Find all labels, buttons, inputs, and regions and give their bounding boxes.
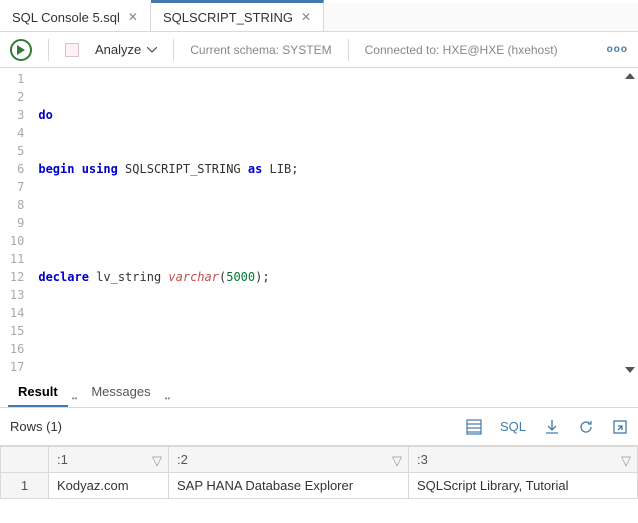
cell[interactable]: SQLScript Library, Tutorial [409,473,638,499]
refresh-icon[interactable] [578,419,594,435]
column-header-1[interactable]: :1▽ [49,447,169,473]
cell[interactable]: Kodyaz.com [49,473,169,499]
run-button[interactable] [10,39,32,61]
form-icon[interactable] [466,419,482,435]
drag-handle-icon[interactable]: •• [165,394,171,407]
column-header-2[interactable]: :2▽ [169,447,409,473]
tab-sqlscript-string[interactable]: SQLSCRIPT_STRING ✕ [151,0,324,31]
scroll-down-icon[interactable] [622,362,638,378]
toolbar: Analyze Current schema: SYSTEM Connected… [0,32,638,68]
close-icon[interactable]: ✕ [301,10,311,24]
tab-sql-console[interactable]: SQL Console 5.sql ✕ [0,3,151,31]
rows-count-label: Rows (1) [10,419,466,434]
bottom-tabs: Result •• Messages •• [0,378,638,408]
chevron-down-icon [147,47,157,53]
close-icon[interactable]: ✕ [128,10,138,24]
result-table: :1▽ :2▽ :3▽ 1 Kodyaz.com SAP HANA Databa… [0,446,638,499]
corner-cell[interactable] [1,447,49,473]
analyze-label: Analyze [95,42,141,57]
tab-label: SQLSCRIPT_STRING [163,10,293,25]
divider [173,39,174,61]
analyze-dropdown[interactable]: Analyze [95,42,157,57]
more-button[interactable]: ooo [607,44,628,55]
divider [348,39,349,61]
tab-label: SQL Console 5.sql [12,10,120,25]
maximize-icon[interactable] [612,419,628,435]
filter-icon[interactable]: ▽ [621,453,631,469]
code-editor[interactable]: 1234567891011121314151617 do begin using… [0,68,638,378]
result-tools: SQL [466,419,628,435]
cell[interactable]: SAP HANA Database Explorer [169,473,409,499]
sql-button[interactable]: SQL [500,419,526,434]
download-icon[interactable] [544,419,560,435]
filter-icon[interactable]: ▽ [152,453,162,469]
connection-label: Connected to: HXE@HXE (hxehost) [365,43,558,57]
current-schema-label: Current schema: SYSTEM [190,43,331,57]
scroll-up-icon[interactable] [622,68,638,84]
code-area[interactable]: do begin using SQLSCRIPT_STRING as LIB; … [32,68,638,378]
tab-messages[interactable]: Messages [81,378,160,407]
rows-bar: Rows (1) SQL [0,408,638,446]
drag-handle-icon[interactable]: •• [72,394,78,407]
table-row[interactable]: 1 Kodyaz.com SAP HANA Database Explorer … [1,473,638,499]
line-gutter: 1234567891011121314151617 [0,68,32,378]
filter-icon[interactable]: ▽ [392,453,402,469]
divider [48,39,49,61]
tab-result[interactable]: Result [8,378,68,407]
stop-button[interactable] [65,43,79,57]
row-header[interactable]: 1 [1,473,49,499]
file-tabs: SQL Console 5.sql ✕ SQLSCRIPT_STRING ✕ [0,0,638,32]
column-header-3[interactable]: :3▽ [409,447,638,473]
